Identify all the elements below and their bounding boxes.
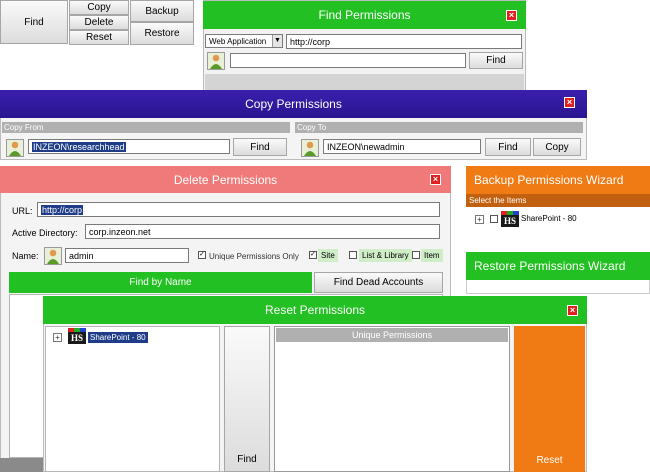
ad-input[interactable]: corp.inzeon.net (85, 224, 440, 239)
scope-select[interactable]: Web Application ▼ (205, 34, 283, 48)
reset-close-icon[interactable]: × (567, 305, 578, 316)
copy-from-input[interactable]: INZEON\researchhead (28, 139, 230, 154)
list-library-label: List & Library (359, 249, 412, 262)
list-library-checkbox[interactable] (349, 251, 357, 259)
backup-titlebar: Backup Permissions Wizard (466, 166, 650, 194)
find-results-header (205, 74, 524, 90)
unique-only-label: Unique Permissions Only (209, 252, 299, 261)
backup-button[interactable]: Backup (130, 0, 194, 22)
delete-url-value: http://corp (41, 204, 84, 215)
expand-icon[interactable]: + (475, 215, 484, 224)
unique-only-checkbox[interactable]: ✓ (198, 251, 206, 259)
copy-to-input[interactable]: INZEON\newadmin (323, 139, 481, 154)
find-dead-accounts-button[interactable]: Find Dead Accounts (314, 272, 443, 293)
site-label: Site (318, 249, 338, 262)
ad-label: Active Directory: (12, 228, 78, 238)
find-permissions-titlebar: Find Permissions (203, 1, 526, 29)
reset-execute-button[interactable]: Reset (514, 326, 585, 472)
chevron-down-icon[interactable]: ▼ (272, 35, 282, 47)
reset-permissions-titlebar: Reset Permissions (43, 296, 587, 324)
hs-logo-icon: HS (501, 211, 519, 227)
name-input[interactable]: admin (65, 248, 189, 263)
find-by-name-button[interactable]: Find by Name (9, 272, 312, 293)
copy-execute-button[interactable]: Copy (533, 138, 581, 156)
copy-from-label: Copy From (2, 122, 290, 133)
copy-close-icon[interactable]: × (564, 97, 575, 108)
unique-permissions-panel[interactable] (274, 326, 510, 472)
reset-find-button[interactable]: Find (224, 326, 270, 472)
restore-titlebar: Restore Permissions Wizard (466, 252, 650, 280)
delete-close-icon[interactable]: × (430, 174, 441, 185)
reset-permissions-title: Reset Permissions (264, 303, 366, 317)
unique-permissions-header: Unique Permissions (276, 328, 508, 342)
reset-hs-logo-icon: HS (68, 328, 86, 344)
copy-permissions-title: Copy Permissions (245, 97, 342, 111)
backup-tree-checkbox[interactable] (490, 215, 498, 223)
site-checkbox[interactable]: ✓ (309, 251, 317, 259)
delete-permissions-titlebar: Delete Permissions (0, 166, 451, 193)
find-permissions-title: Find Permissions (318, 8, 411, 22)
delete-url-input[interactable]: http://corp (37, 202, 440, 217)
delete-button[interactable]: Delete (69, 15, 129, 30)
item-checkbox[interactable] (412, 251, 420, 259)
url-input[interactable]: http://corp (286, 34, 522, 49)
copy-to-find-button[interactable]: Find (485, 138, 531, 156)
copy-permissions-titlebar: Copy Permissions (0, 90, 587, 118)
name-label: Name: (12, 251, 39, 261)
copy-from-find-button[interactable]: Find (233, 138, 287, 156)
copy-from-value: INZEON\researchhead (32, 141, 126, 152)
url-label: URL: (12, 206, 33, 216)
reset-tree-panel[interactable] (45, 326, 220, 472)
find-user-button[interactable]: Find (469, 52, 523, 69)
copy-to-label: Copy To (295, 122, 583, 133)
user-icon[interactable] (207, 52, 225, 70)
reset-button[interactable]: Reset (69, 30, 129, 45)
user-input[interactable] (230, 53, 466, 68)
reset-expand-icon[interactable]: + (53, 333, 62, 342)
scope-selected-value: Web Application (209, 36, 267, 46)
restore-button[interactable]: Restore (130, 22, 194, 45)
from-user-icon[interactable] (6, 139, 24, 157)
item-label: Item (421, 249, 443, 262)
to-user-icon[interactable] (301, 139, 319, 157)
backup-tree-label[interactable]: SharePoint - 80 (521, 214, 577, 223)
restore-title: Restore Permissions Wizard (474, 259, 626, 273)
find-close-icon[interactable]: × (506, 10, 517, 21)
delete-permissions-title: Delete Permissions (173, 172, 278, 187)
copy-button[interactable]: Copy (69, 0, 129, 15)
select-items-label: Select the Items (466, 194, 650, 207)
name-user-icon[interactable] (44, 247, 62, 265)
find-button[interactable]: Find (0, 0, 68, 44)
reset-tree-label[interactable]: SharePoint - 80 (88, 332, 148, 343)
backup-title: Backup Permissions Wizard (474, 173, 624, 187)
